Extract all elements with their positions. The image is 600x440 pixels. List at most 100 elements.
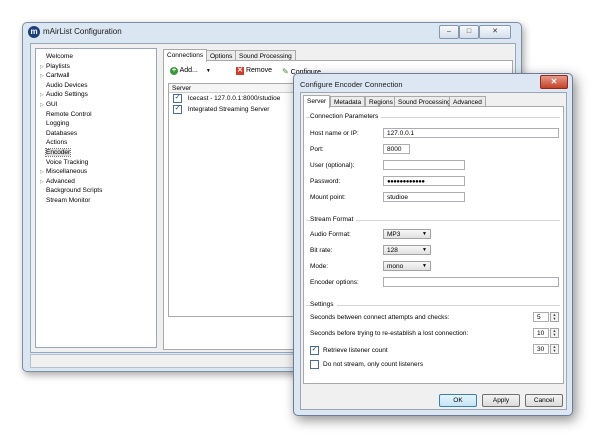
user-label: User (optional): — [310, 162, 355, 169]
title-bar[interactable]: m mAirList Configuration – □ ✕ — [23, 23, 521, 41]
tree-item-actions[interactable]: Actions — [40, 138, 67, 147]
tree-item-label: Cartwall — [46, 72, 70, 80]
no-stream-row[interactable]: Do not stream, only count listeners — [310, 360, 423, 369]
reestablish-stepper[interactable]: ▲ ▼ — [550, 328, 559, 338]
add-icon: + — [170, 67, 178, 75]
audio-format-select[interactable]: MP3 ▼ — [383, 229, 431, 239]
listener-count-row[interactable]: ✓ Retrieve listener count — [310, 346, 388, 355]
pencil-icon: ✎ — [282, 67, 289, 76]
port-input[interactable]: 8000 — [383, 144, 410, 154]
group-divider — [306, 305, 560, 306]
tree-item-label: Encoder — [44, 148, 72, 157]
minimize-button[interactable]: – — [439, 25, 459, 39]
tree-item-advanced[interactable]: ▷ Advanced — [40, 177, 75, 186]
tree-item-label: GUI — [46, 101, 58, 108]
bitrate-label: Bit rate: — [310, 247, 333, 254]
encoder-options-label: Encoder options: — [310, 279, 359, 286]
apply-button[interactable]: Apply — [482, 394, 520, 407]
tree-item-label: Actions — [46, 139, 68, 147]
app-logo-icon: m — [28, 26, 40, 38]
host-input[interactable]: 127.0.0.1 — [383, 128, 559, 138]
port-label: Port: — [310, 146, 324, 153]
mount-label: Mount point: — [310, 194, 346, 201]
chevron-down-icon: ▼ — [422, 247, 427, 253]
bitrate-value: 128 — [387, 247, 398, 254]
tree-item-label: Remote Control — [46, 110, 92, 118]
list-item[interactable]: ✓ Icecast - 127.0.0.1:8000/studioe — [173, 94, 280, 104]
bitrate-select[interactable]: 128 ▼ — [383, 245, 431, 255]
retry-input[interactable]: 5 — [533, 312, 549, 322]
password-input[interactable]: ●●●●●●●●●●●● — [383, 176, 465, 186]
audio-format-label: Audio Format: — [310, 231, 351, 238]
mount-input[interactable]: studioe — [383, 192, 465, 202]
tab-server[interactable]: Server — [303, 95, 331, 108]
close-button[interactable]: ✕ — [479, 25, 511, 39]
tree-item-label: Miscellaneous — [46, 168, 88, 176]
dialog-title: Configure Encoder Connection — [300, 80, 403, 89]
tree-item-playlists[interactable]: ▷ Playlists — [40, 62, 70, 71]
tree-item-encoder[interactable]: Encoder — [40, 148, 72, 157]
dialog-client-area: Server Metadata Regions Sound Processing… — [300, 92, 567, 410]
tree-item-voice-tracking[interactable]: Voice Tracking — [40, 158, 88, 167]
tree-item-audio-settings[interactable]: ▷ Audio Settings — [40, 90, 88, 99]
window-title: mAirList Configuration — [43, 27, 122, 36]
ok-button[interactable]: OK — [439, 394, 477, 407]
tree-item-logging[interactable]: Logging — [40, 119, 69, 128]
maximize-button[interactable]: □ — [459, 25, 479, 39]
tree-item-welcome[interactable]: Welcome — [40, 52, 73, 61]
encoder-options-input[interactable] — [383, 277, 559, 287]
user-input[interactable] — [383, 160, 465, 170]
tree-item-label: Audio Devices — [46, 81, 88, 89]
listener-interval-stepper[interactable]: ▲ ▼ — [550, 344, 559, 354]
mode-value: mono — [387, 263, 404, 270]
server-label: Integrated Streaming Server — [187, 106, 270, 114]
no-stream-checkbox[interactable] — [310, 360, 319, 369]
chevron-down-icon: ▼ — [205, 68, 211, 74]
configure-encoder-dialog: Configure Encoder Connection ✕ Server Me… — [293, 73, 573, 416]
tree-item-label: Audio Settings — [46, 91, 88, 99]
remove-button[interactable]: ✕ Remove — [236, 67, 272, 75]
tree-item-stream-monitor[interactable]: Stream Monitor — [40, 196, 90, 205]
tab-connections[interactable]: Connections — [163, 49, 208, 62]
tree-item-label: Playlists — [46, 62, 70, 70]
remove-icon: ✕ — [236, 67, 244, 75]
tree-item-label: Logging — [46, 120, 70, 128]
listener-count-checkbox[interactable]: ✓ — [310, 346, 319, 355]
reestablish-input[interactable]: 10 — [533, 328, 549, 338]
server-enabled-checkbox[interactable]: ✓ — [173, 105, 182, 114]
tree-item-audio-devices[interactable]: Audio Devices — [40, 81, 88, 90]
host-label: Host name or IP: — [310, 130, 359, 137]
tree-item-label: Voice Tracking — [46, 158, 89, 166]
tree-item-cartwall[interactable]: ▷ Cartwall — [40, 71, 69, 80]
tree-item-remote-control[interactable]: Remote Control — [40, 110, 92, 119]
tree-item-databases[interactable]: Databases — [40, 129, 77, 138]
dialog-close-button[interactable]: ✕ — [540, 75, 568, 89]
tree-item-label: Databases — [46, 129, 78, 137]
server-label: Icecast - 127.0.0.1:8000/studioe — [187, 95, 281, 103]
no-stream-label: Do not stream, only count listeners — [323, 361, 424, 369]
cancel-button[interactable]: Cancel — [525, 394, 563, 407]
group-title-connection: Connection Parameters — [310, 113, 382, 120]
remove-button-label: Remove — [245, 67, 273, 74]
tree-item-gui[interactable]: ▷ GUI — [40, 100, 58, 109]
mode-select[interactable]: mono ▼ — [383, 261, 431, 271]
retry-label: Seconds between connect attempts and che… — [310, 314, 450, 321]
add-button[interactable]: + Add... ▼ — [170, 67, 211, 75]
password-label: Password: — [310, 178, 341, 185]
listener-count-label: Retrieve listener count — [323, 347, 388, 355]
tree-item-miscellaneous[interactable]: ▷ Miscellaneous — [40, 167, 87, 176]
tree-item-label: Background Scripts — [46, 187, 103, 195]
settings-tree[interactable]: Welcome ▷ Playlists ▷ Cartwall Audio Devices ▷… — [35, 48, 157, 348]
list-item[interactable]: ✓ Integrated Streaming Server — [173, 105, 269, 115]
server-enabled-checkbox[interactable]: ✓ — [173, 94, 182, 103]
tree-item-label: Advanced — [46, 177, 75, 185]
tree-item-background-scripts[interactable]: Background Scripts — [40, 186, 102, 195]
group-title-settings: Settings — [310, 301, 337, 308]
audio-format-value: MP3 — [387, 231, 401, 238]
server-tab-panel: Connection Parameters Host name or IP: 1… — [303, 106, 564, 384]
listener-interval-input[interactable]: 30 — [533, 344, 549, 354]
retry-stepper[interactable]: ▲ ▼ — [550, 312, 559, 322]
tree-item-label: Welcome — [46, 53, 73, 60]
group-title-stream-format: Stream Format — [310, 216, 357, 223]
reestablish-label: Seconds before trying to re-establish a … — [310, 330, 469, 337]
